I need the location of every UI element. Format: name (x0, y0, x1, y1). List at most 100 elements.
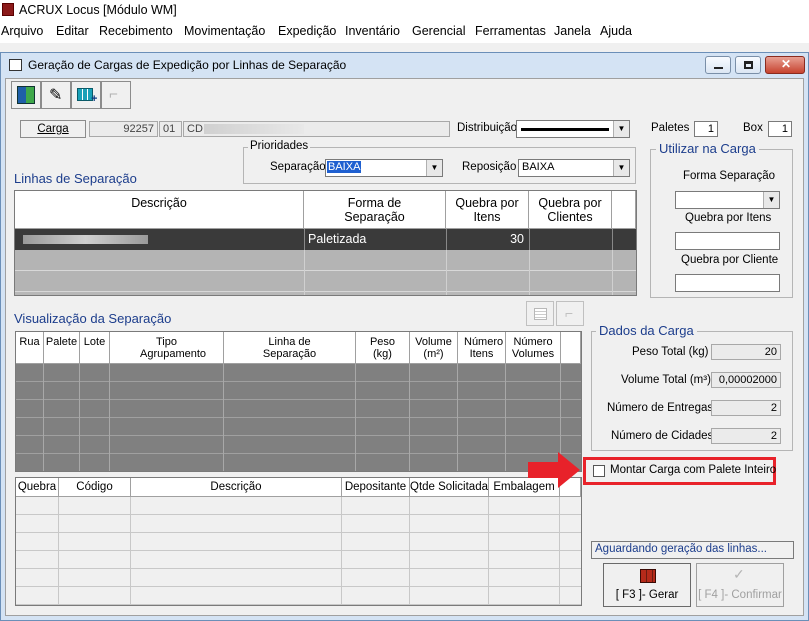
entregas-label: Número de Entregas (607, 402, 714, 414)
maximize-button[interactable] (735, 56, 761, 74)
vis-disabled-button-1 (526, 301, 554, 326)
exit-icon (17, 86, 35, 104)
table-row-selected[interactable]: Paletizada 30 (15, 229, 636, 250)
gerar-button[interactable]: [ F3 ]- Gerar (603, 563, 691, 607)
col-numero-volumes[interactable]: Número Volumes (506, 332, 561, 364)
col-numero-itens[interactable]: Número Itens (458, 332, 506, 364)
menu-editar[interactable]: Editar (56, 24, 89, 38)
distribuicao-select[interactable]: ▼ (516, 120, 630, 138)
chevron-down-icon: ▼ (613, 160, 629, 176)
col-forma-separacao[interactable]: Forma de Separação (304, 191, 446, 229)
grid-disabled-icon (534, 308, 547, 320)
app-titlebar: ACRUX Locus [Módulo WM] (0, 0, 809, 22)
col-qtde-solicitada[interactable]: Qtde Solicitada (410, 478, 489, 497)
visualizacao-section-title: Visualização da Separação (14, 311, 172, 326)
minimize-button[interactable] (705, 56, 731, 74)
separacao-label: Separação (270, 161, 326, 173)
volume-total-field: 0,00002000 (711, 372, 781, 388)
col-peso[interactable]: Peso (kg) (356, 332, 410, 364)
col-quebra[interactable]: Quebra (16, 478, 59, 497)
reposicao-value: BAIXA (522, 161, 555, 173)
redacted-description (23, 235, 148, 244)
detalhe-rows[interactable] (16, 497, 581, 605)
menu-expedicao[interactable]: Expedição (278, 24, 336, 38)
carga-number-field: 92257 (89, 121, 158, 137)
carga-seq-field: 01 (159, 121, 182, 137)
exit-button[interactable] (11, 81, 41, 109)
table-row[interactable] (15, 250, 636, 271)
reposicao-label: Reposição (462, 161, 517, 173)
col-quebra-clientes[interactable]: Quebra por Clientes (529, 191, 612, 229)
col-tipo-agrupamento[interactable]: Tipo Agrupamento (110, 332, 224, 364)
menu-bar: Arquivo Editar Recebimento Movimentação … (0, 22, 809, 43)
menu-ferramentas[interactable]: Ferramentas (475, 24, 546, 38)
menu-arquivo[interactable]: Arquivo (1, 24, 43, 38)
status-field: Aguardando geração das linhas... (591, 541, 794, 559)
col-rua[interactable]: Rua (16, 332, 44, 364)
prioridades-title: Prioridades (248, 140, 311, 152)
menu-movimentacao[interactable]: Movimentação (184, 24, 265, 38)
disabled-tool-button: ⌐ (101, 81, 131, 109)
chevron-down-icon: ▼ (613, 121, 629, 137)
col-descricao[interactable]: Descrição (15, 191, 304, 229)
menu-ajuda[interactable]: Ajuda (600, 24, 632, 38)
cell-forma: Paletizada (308, 232, 367, 246)
quebra-itens-label: Quebra por Itens (685, 212, 772, 224)
linhas-grid: Descrição Forma de Separação Quebra por … (14, 190, 637, 296)
vis-rows[interactable] (16, 364, 581, 471)
quebra-cliente-label: Quebra por Cliente (681, 254, 779, 266)
volume-label: Volume Total (m³) (621, 374, 711, 386)
dados-title: Dados da Carga (596, 323, 697, 338)
curve-icon: ⌐ (565, 305, 574, 321)
col-depositante[interactable]: Depositante (342, 478, 410, 497)
red-arrow-icon (528, 452, 580, 488)
menu-gerencial[interactable]: Gerencial (412, 24, 466, 38)
confirmar-button: ✓ [ F4 ]- Confirmar (696, 563, 784, 607)
carga-description-field: CD (183, 121, 450, 137)
col-quebra-itens[interactable]: Quebra por Itens (446, 191, 529, 229)
quebra-cliente-input[interactable] (675, 274, 780, 292)
col-volume[interactable]: Volume (m²) (410, 332, 458, 364)
montar-checkbox[interactable] (593, 465, 605, 477)
close-button[interactable]: ✕ (765, 56, 805, 74)
table-row[interactable] (15, 271, 636, 292)
peso-total-field: 20 (711, 344, 781, 360)
add-grid-button[interactable]: + (71, 81, 101, 109)
menu-inventario[interactable]: Inventário (345, 24, 400, 38)
chevron-down-icon: ▼ (763, 192, 779, 208)
app-title: ACRUX Locus [Módulo WM] (19, 3, 177, 17)
checkmark-icon: ✓ (733, 566, 745, 582)
peso-label: Peso Total (kg) (632, 346, 709, 358)
redacted-block (204, 124, 304, 134)
detalhe-grid: Quebra Código Descrição Depositante Qtde… (15, 477, 582, 606)
app-icon (2, 3, 14, 16)
montar-label[interactable]: Montar Carga com Palete Inteiro (610, 464, 776, 476)
reposicao-select[interactable]: BAIXA ▼ (518, 159, 630, 177)
col-palete[interactable]: Palete (44, 332, 80, 364)
menu-janela[interactable]: Janela (554, 24, 591, 38)
utilizar-title: Utilizar na Carga (656, 141, 759, 156)
forma-separacao-label: Forma Separação (683, 170, 776, 182)
confirmar-label: [ F4 ]- Confirmar (698, 589, 782, 601)
quebra-itens-input[interactable] (675, 232, 780, 250)
carga-button[interactable]: Carga (20, 120, 86, 138)
menu-recebimento[interactable]: Recebimento (99, 24, 173, 38)
header-filler (561, 332, 581, 364)
separacao-select[interactable]: BAIXA ▼ (325, 159, 443, 177)
col-lote[interactable]: Lote (80, 332, 110, 364)
edit-button[interactable]: ✎ (41, 81, 71, 109)
col-linha-separacao[interactable]: Linha de Separação (224, 332, 356, 364)
numero-entregas-field: 2 (711, 400, 781, 416)
header-filler (612, 191, 636, 229)
paletes-label: Paletes (651, 122, 690, 134)
box-label: Box (743, 122, 763, 134)
paletes-input[interactable]: 1 (694, 121, 718, 137)
separacao-value: BAIXA (327, 161, 362, 173)
pencil-icon: ✎ (49, 87, 63, 104)
box-input[interactable]: 1 (768, 121, 792, 137)
linhas-section-title: Linhas de Separação (14, 171, 137, 186)
col-codigo[interactable]: Código (59, 478, 131, 497)
visualizacao-grid: Rua Palete Lote Tipo Agrupamento Linha d… (15, 331, 582, 472)
col-descricao-det[interactable]: Descrição (131, 478, 342, 497)
forma-separacao-select[interactable]: ▼ (675, 191, 780, 209)
